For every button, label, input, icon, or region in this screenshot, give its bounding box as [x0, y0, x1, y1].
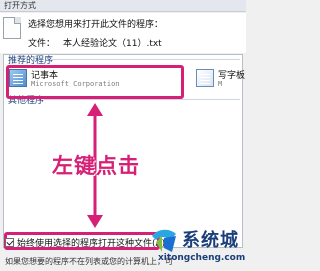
- prompt-text: 选择您想用来打开此文件的程序：: [28, 20, 164, 30]
- program-company: M: [218, 80, 223, 88]
- footer-text: 如果您想要的程序不在列表或您的计算机上，可: [5, 257, 173, 266]
- wordpad-icon: [196, 69, 214, 87]
- watermark-brand: 系统城: [182, 230, 239, 251]
- always-use-checkbox[interactable]: [5, 238, 14, 247]
- file-label: 文件：: [28, 39, 56, 49]
- document-icon: [3, 17, 21, 39]
- window-title: 打开方式: [4, 1, 36, 10]
- window-titlebar: 打开方式: [0, 0, 246, 12]
- annotation-text: 左键点击: [52, 154, 140, 178]
- file-line: 文件： 本人经验论文（11）.txt: [28, 36, 162, 49]
- file-name: 本人经验论文（11）.txt: [63, 39, 162, 49]
- notepad-highlight-box: [6, 65, 184, 99]
- checkbox-label: 始终使用选择的程序打开这种文件(A): [17, 239, 166, 249]
- watermark-logo-icon: [152, 229, 176, 252]
- always-use-checkbox-row[interactable]: 始终使用选择的程序打开这种文件(A): [5, 236, 165, 249]
- program-wordpad[interactable]: 写字板 M: [194, 66, 245, 92]
- watermark-url: xitongcheng.com: [158, 253, 246, 263]
